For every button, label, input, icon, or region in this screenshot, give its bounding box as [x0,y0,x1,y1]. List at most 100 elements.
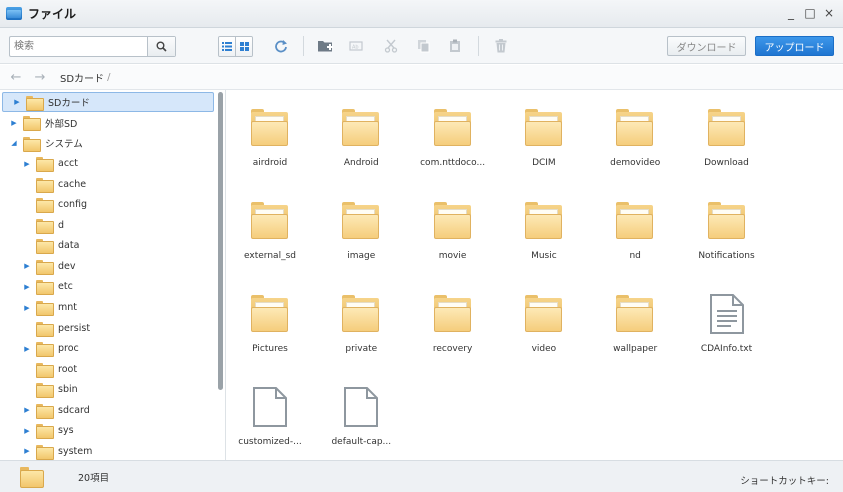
chevron-right-icon[interactable]: ▶ [22,447,32,455]
tree-item[interactable]: ▶ mnt [0,298,214,318]
download-button[interactable]: ダウンロード [667,36,746,56]
file-tile[interactable]: default-cap... [316,377,406,457]
chevron-right-icon[interactable]: ▶ [22,283,32,291]
chevron-down-icon[interactable]: ◢ [9,139,19,147]
folder-tile[interactable]: airdroid [225,98,315,178]
folder-tile[interactable]: com.nttdoco... [408,98,498,178]
folder-tile[interactable]: Pictures [225,284,315,364]
tree-item[interactable]: data [0,236,214,256]
chevron-right-icon[interactable]: ▶ [12,98,22,106]
file-name: DCIM [532,158,556,168]
tree-item-label: config [58,199,88,211]
tree-item-label: sdcard [58,404,90,416]
chevron-right-icon[interactable]: ▶ [22,304,32,312]
chevron-right-icon[interactable]: ▶ [22,345,32,353]
refresh-button[interactable] [272,37,290,55]
upload-button[interactable]: アップロード [755,36,834,56]
folder-tile[interactable]: nd [590,191,680,271]
tree-scrollbar[interactable] [218,92,223,390]
folder-tile[interactable]: movie [408,191,498,271]
tree-item[interactable]: persist [0,318,214,338]
tree-item[interactable]: d [0,215,214,235]
list-view-button[interactable] [219,37,235,56]
folder-icon [616,109,654,146]
file-name: private [345,344,378,354]
new-folder-button[interactable] [316,37,334,55]
folder-tile[interactable]: recovery [408,284,498,364]
back-arrow-icon[interactable]: ← [8,70,24,85]
tree-item-label: SDカード [48,98,90,109]
file-name: com.nttdoco... [420,158,486,168]
chevron-right-icon[interactable]: ▶ [9,119,19,127]
file-tile[interactable]: customized-... [225,377,315,457]
folder-tile[interactable]: external_sd [225,191,315,271]
maximize-button[interactable]: □ [804,6,816,20]
breadcrumb[interactable]: SDカード [60,70,104,85]
forward-arrow-icon[interactable]: → [32,70,48,85]
tree-item[interactable]: ▶ SDカード [2,92,214,112]
folder-icon [36,444,54,460]
folder-icon [36,342,54,358]
file-manager-icon [6,7,22,20]
folder-tile[interactable]: Download [682,98,772,178]
file-name: customized-... [238,437,302,447]
tree-item[interactable]: ▶ dev [0,256,214,276]
tree-item[interactable]: ▶ sys [0,421,214,441]
folder-icon [20,467,44,488]
chevron-right-icon[interactable]: ▶ [22,406,32,414]
tree-item[interactable]: ▶ system [0,441,214,460]
folder-icon [36,198,54,214]
folder-tile[interactable]: video [499,284,589,364]
folder-tile[interactable]: image [316,191,406,271]
chevron-right-icon[interactable]: ▶ [22,427,32,435]
delete-button[interactable] [492,37,510,55]
folder-icon [251,295,288,332]
folder-tile[interactable]: Notifications [682,191,772,271]
tree-item-label: root [58,363,78,375]
cut-button[interactable] [382,37,400,55]
refresh-icon [275,40,287,53]
folder-icon [342,202,380,239]
chevron-right-icon[interactable]: ▶ [22,160,32,168]
folder-tile[interactable]: wallpaper [590,284,680,364]
tree-item[interactable]: ▶ etc [0,277,214,297]
search-input[interactable] [10,37,147,56]
tree-item-label: etc [58,281,73,293]
close-button[interactable]: × [823,6,835,20]
folder-tile[interactable]: Android [316,98,406,178]
tree-item[interactable]: ▶ proc [0,339,214,359]
tree-item[interactable]: cache [0,174,214,194]
copy-button[interactable] [414,37,432,55]
folder-tile[interactable]: DCIM [499,98,589,178]
search-button[interactable] [147,37,175,56]
tree-item-label: dev [58,260,76,272]
shortcut-keys-link[interactable]: ショートカットキー: [740,473,829,487]
folder-icon [251,202,288,239]
file-name: Android [343,158,379,168]
search-box [9,36,176,57]
folder-tile[interactable]: demovideo [590,98,680,178]
folder-icon [36,321,54,337]
folder-icon [36,301,54,316]
tree-item[interactable]: ▶ acct [0,154,214,174]
paste-button[interactable] [446,37,464,55]
rename-button[interactable]: Ab [348,37,366,55]
rename-icon: Ab [349,41,363,51]
tree-item[interactable]: sbin [0,380,214,400]
tree-item[interactable]: root [0,359,214,379]
tree-item-label: cache [58,178,87,190]
minimize-button[interactable]: _ [785,6,797,20]
tree-item[interactable]: ▶ 外部SD [0,113,214,133]
chevron-right-icon[interactable]: ▶ [22,262,32,270]
folder-icon [26,95,44,111]
tree-item[interactable]: ◢ システム [0,133,214,153]
folder-tile[interactable]: private [316,284,406,364]
folder-tile[interactable]: Music [499,191,589,271]
grid-view-button[interactable] [235,37,252,56]
file-grid: airdroid Android com.nttdoco... DCIM demovid… [227,90,843,460]
file-name: default-cap... [331,437,392,447]
tree-item-label: proc [58,343,79,355]
tree-item[interactable]: config [0,195,214,215]
tree-item[interactable]: ▶ sdcard [0,400,214,420]
file-tile[interactable]: CDAInfo.txt [682,284,772,364]
